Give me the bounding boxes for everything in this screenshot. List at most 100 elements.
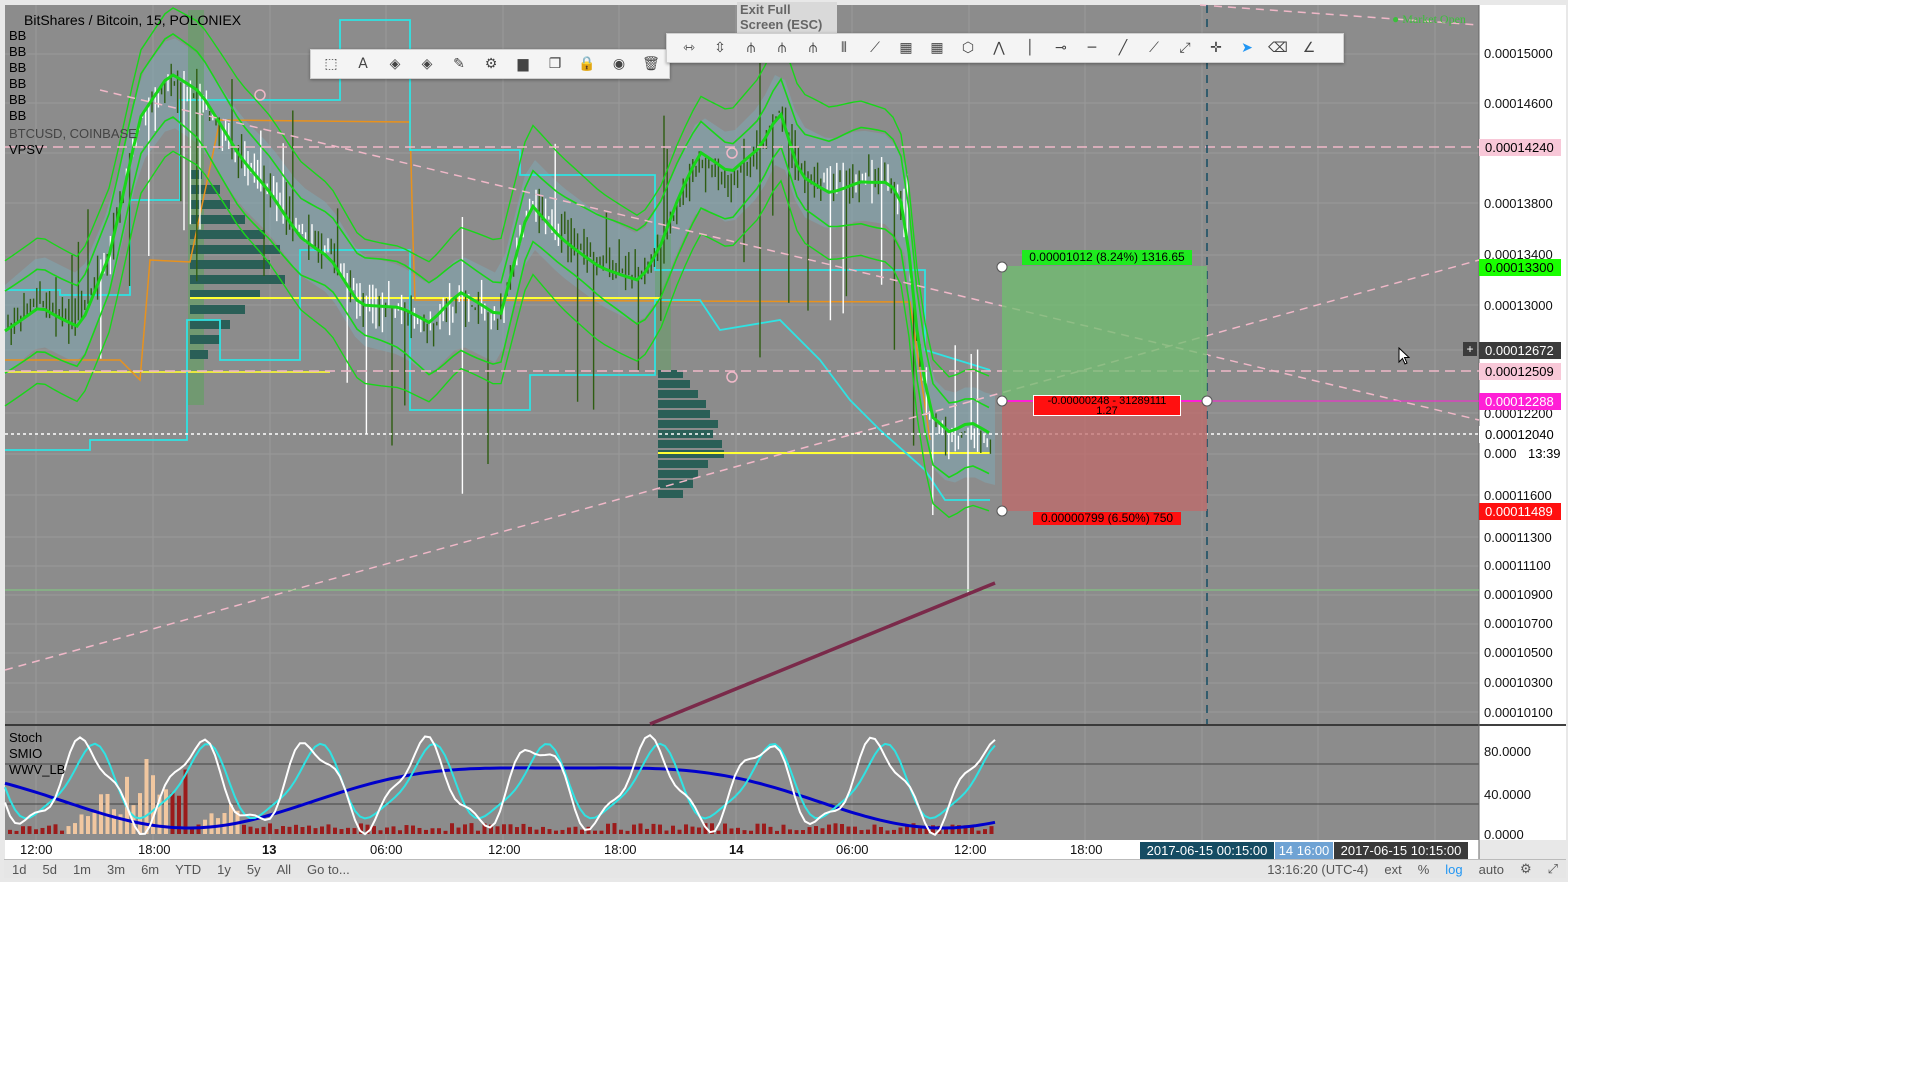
range-button-5d[interactable]: 5d <box>34 862 64 877</box>
range-button-1y[interactable]: 1y <box>209 862 239 877</box>
volume-bar <box>274 829 279 834</box>
volume-bar <box>515 827 519 834</box>
volume-bar <box>684 824 688 834</box>
measure-horiz-icon[interactable]: ⇿ <box>675 36 703 60</box>
exit-fullscreen-button[interactable]: Exit Full Screen (ESC) <box>737 2 837 34</box>
volume-bar <box>989 826 994 834</box>
vertical-lines-icon[interactable]: ⦀ <box>830 36 858 60</box>
legend-vpsv[interactable]: VPSV <box>9 142 44 157</box>
volume-bar <box>983 829 987 834</box>
background-color-icon[interactable]: ◈ <box>413 52 441 76</box>
volume-bar <box>651 823 656 834</box>
volume-profile-bar <box>658 400 706 408</box>
fib-fan-icon[interactable]: ⟋ <box>861 36 889 60</box>
template-icon[interactable]: ⬚ <box>317 52 345 76</box>
legend-bb-0[interactable]: BB <box>9 28 26 43</box>
add-price-button[interactable]: + <box>1463 342 1477 356</box>
schiff-pitchfork-icon[interactable]: ⫛ <box>768 36 796 60</box>
volume-profile-bar <box>190 335 220 344</box>
fullscreen-icon[interactable]: ⤢ <box>1540 861 1566 877</box>
volume-bar <box>73 823 77 834</box>
ext-toggle[interactable]: ext <box>1376 862 1409 877</box>
legend-lower-0[interactable]: Stoch <box>9 730 42 745</box>
range-button-5y[interactable]: 5y <box>239 862 269 877</box>
clone-icon[interactable]: ❐ <box>541 52 569 76</box>
volume-bar <box>424 829 428 834</box>
legend-compare[interactable]: BTCUSD, COINBASE <box>9 126 137 141</box>
price-axis-label: 0.00010300 <box>1484 675 1553 690</box>
settings-icon[interactable]: ⚙ <box>1512 861 1540 877</box>
xabcd-icon[interactable]: ⋀ <box>985 36 1013 60</box>
crosshair-icon[interactable]: ✛ <box>1202 36 1230 60</box>
horizontal-line-icon[interactable]: ─ <box>1078 36 1106 60</box>
range-button-3m[interactable]: 3m <box>99 862 133 877</box>
legend-lower-2[interactable]: WWV_LB <box>9 762 65 777</box>
eraser-icon[interactable]: ⌫ <box>1264 36 1292 60</box>
modified-schiff-icon[interactable]: ⫛ <box>799 36 827 60</box>
crosshair-hint-label: 14 16:00 <box>1275 842 1333 859</box>
layer-icon[interactable]: ▆ <box>509 52 537 76</box>
volume-bar <box>801 830 805 834</box>
text-color-icon[interactable]: A <box>349 52 377 76</box>
volume-bar <box>300 827 305 834</box>
volume-bar <box>781 824 786 834</box>
volume-profile-bar <box>190 260 270 269</box>
position-handle <box>996 505 1008 517</box>
range-button-1d[interactable]: 1d <box>4 862 34 877</box>
volume-bar <box>27 826 32 834</box>
cursor-icon[interactable]: ➤ <box>1233 36 1261 60</box>
volume-profile-bar <box>190 350 208 359</box>
range-button-ytd[interactable]: YTD <box>167 862 209 877</box>
legend-bb-4[interactable]: BB <box>9 92 26 107</box>
volume-bar <box>859 830 864 834</box>
fill-color-icon[interactable]: ◈ <box>381 52 409 76</box>
volume-bar <box>749 830 753 834</box>
volume-bar <box>840 824 844 834</box>
legend-bb-2[interactable]: BB <box>9 60 26 75</box>
log-toggle[interactable]: log <box>1437 862 1470 877</box>
settings-icon[interactable]: ⚙ <box>477 52 505 76</box>
volume-profile-bar <box>658 470 698 478</box>
volume-profile-bar <box>658 420 718 428</box>
osc-axis-label: 0.0000 <box>1484 827 1524 842</box>
pitchfork-icon[interactable]: ⫛ <box>737 36 765 60</box>
legend-lower-1[interactable]: SMIO <box>9 746 42 761</box>
legend-bb-5[interactable]: BB <box>9 108 26 123</box>
lock-icon[interactable]: 🔒 <box>573 52 601 76</box>
line-color-icon[interactable]: ✎ <box>445 52 473 76</box>
price-tag: 0.00014240 <box>1479 139 1561 156</box>
auto-toggle[interactable]: auto <box>1471 862 1512 877</box>
extended-line-icon[interactable]: ⤢ <box>1171 36 1199 60</box>
osc-axis-label: 80.0000 <box>1484 744 1531 759</box>
time-axis-label: 18:00 <box>1070 842 1103 857</box>
entry-label[interactable]: -0.00000248 - 31289111 1.27 <box>1033 395 1181 417</box>
goto-button[interactable]: Go to... <box>299 862 358 877</box>
percent-toggle[interactable]: % <box>1410 862 1438 877</box>
range-button-6m[interactable]: 6m <box>133 862 167 877</box>
trend-line-icon[interactable]: ╱ <box>1109 36 1137 60</box>
gann-box-icon[interactable]: ▦ <box>892 36 920 60</box>
delete-icon[interactable]: 🗑 <box>637 52 665 76</box>
polygon-icon[interactable]: ⬡ <box>954 36 982 60</box>
ray-icon[interactable]: ⟋ <box>1140 36 1168 60</box>
volume-profile-bar <box>658 380 690 388</box>
vertical-line-icon[interactable]: │ <box>1016 36 1044 60</box>
volume-bar <box>222 813 227 834</box>
chart-canvas[interactable] <box>0 0 1568 882</box>
volume-bar <box>313 828 318 834</box>
volume-bar <box>333 827 337 834</box>
visibility-icon[interactable]: ◉ <box>605 52 633 76</box>
measure-vert-icon[interactable]: ⇳ <box>706 36 734 60</box>
legend-bb-3[interactable]: BB <box>9 76 26 91</box>
volume-bar <box>437 828 441 834</box>
volume-bar <box>658 824 662 834</box>
range-button-all[interactable]: All <box>269 862 299 877</box>
legend-bb-1[interactable]: BB <box>9 44 26 59</box>
range-button-1m[interactable]: 1m <box>65 862 99 877</box>
symbol-title[interactable]: BitShares / Bitcoin, 15, POLONIEX <box>24 12 241 28</box>
horizontal-ray-icon[interactable]: ⊸ <box>1047 36 1075 60</box>
volume-bar <box>794 830 799 834</box>
volume-bar <box>281 826 285 834</box>
angle-icon[interactable]: ∠ <box>1295 36 1323 60</box>
grid-icon[interactable]: ▦ <box>923 36 951 60</box>
